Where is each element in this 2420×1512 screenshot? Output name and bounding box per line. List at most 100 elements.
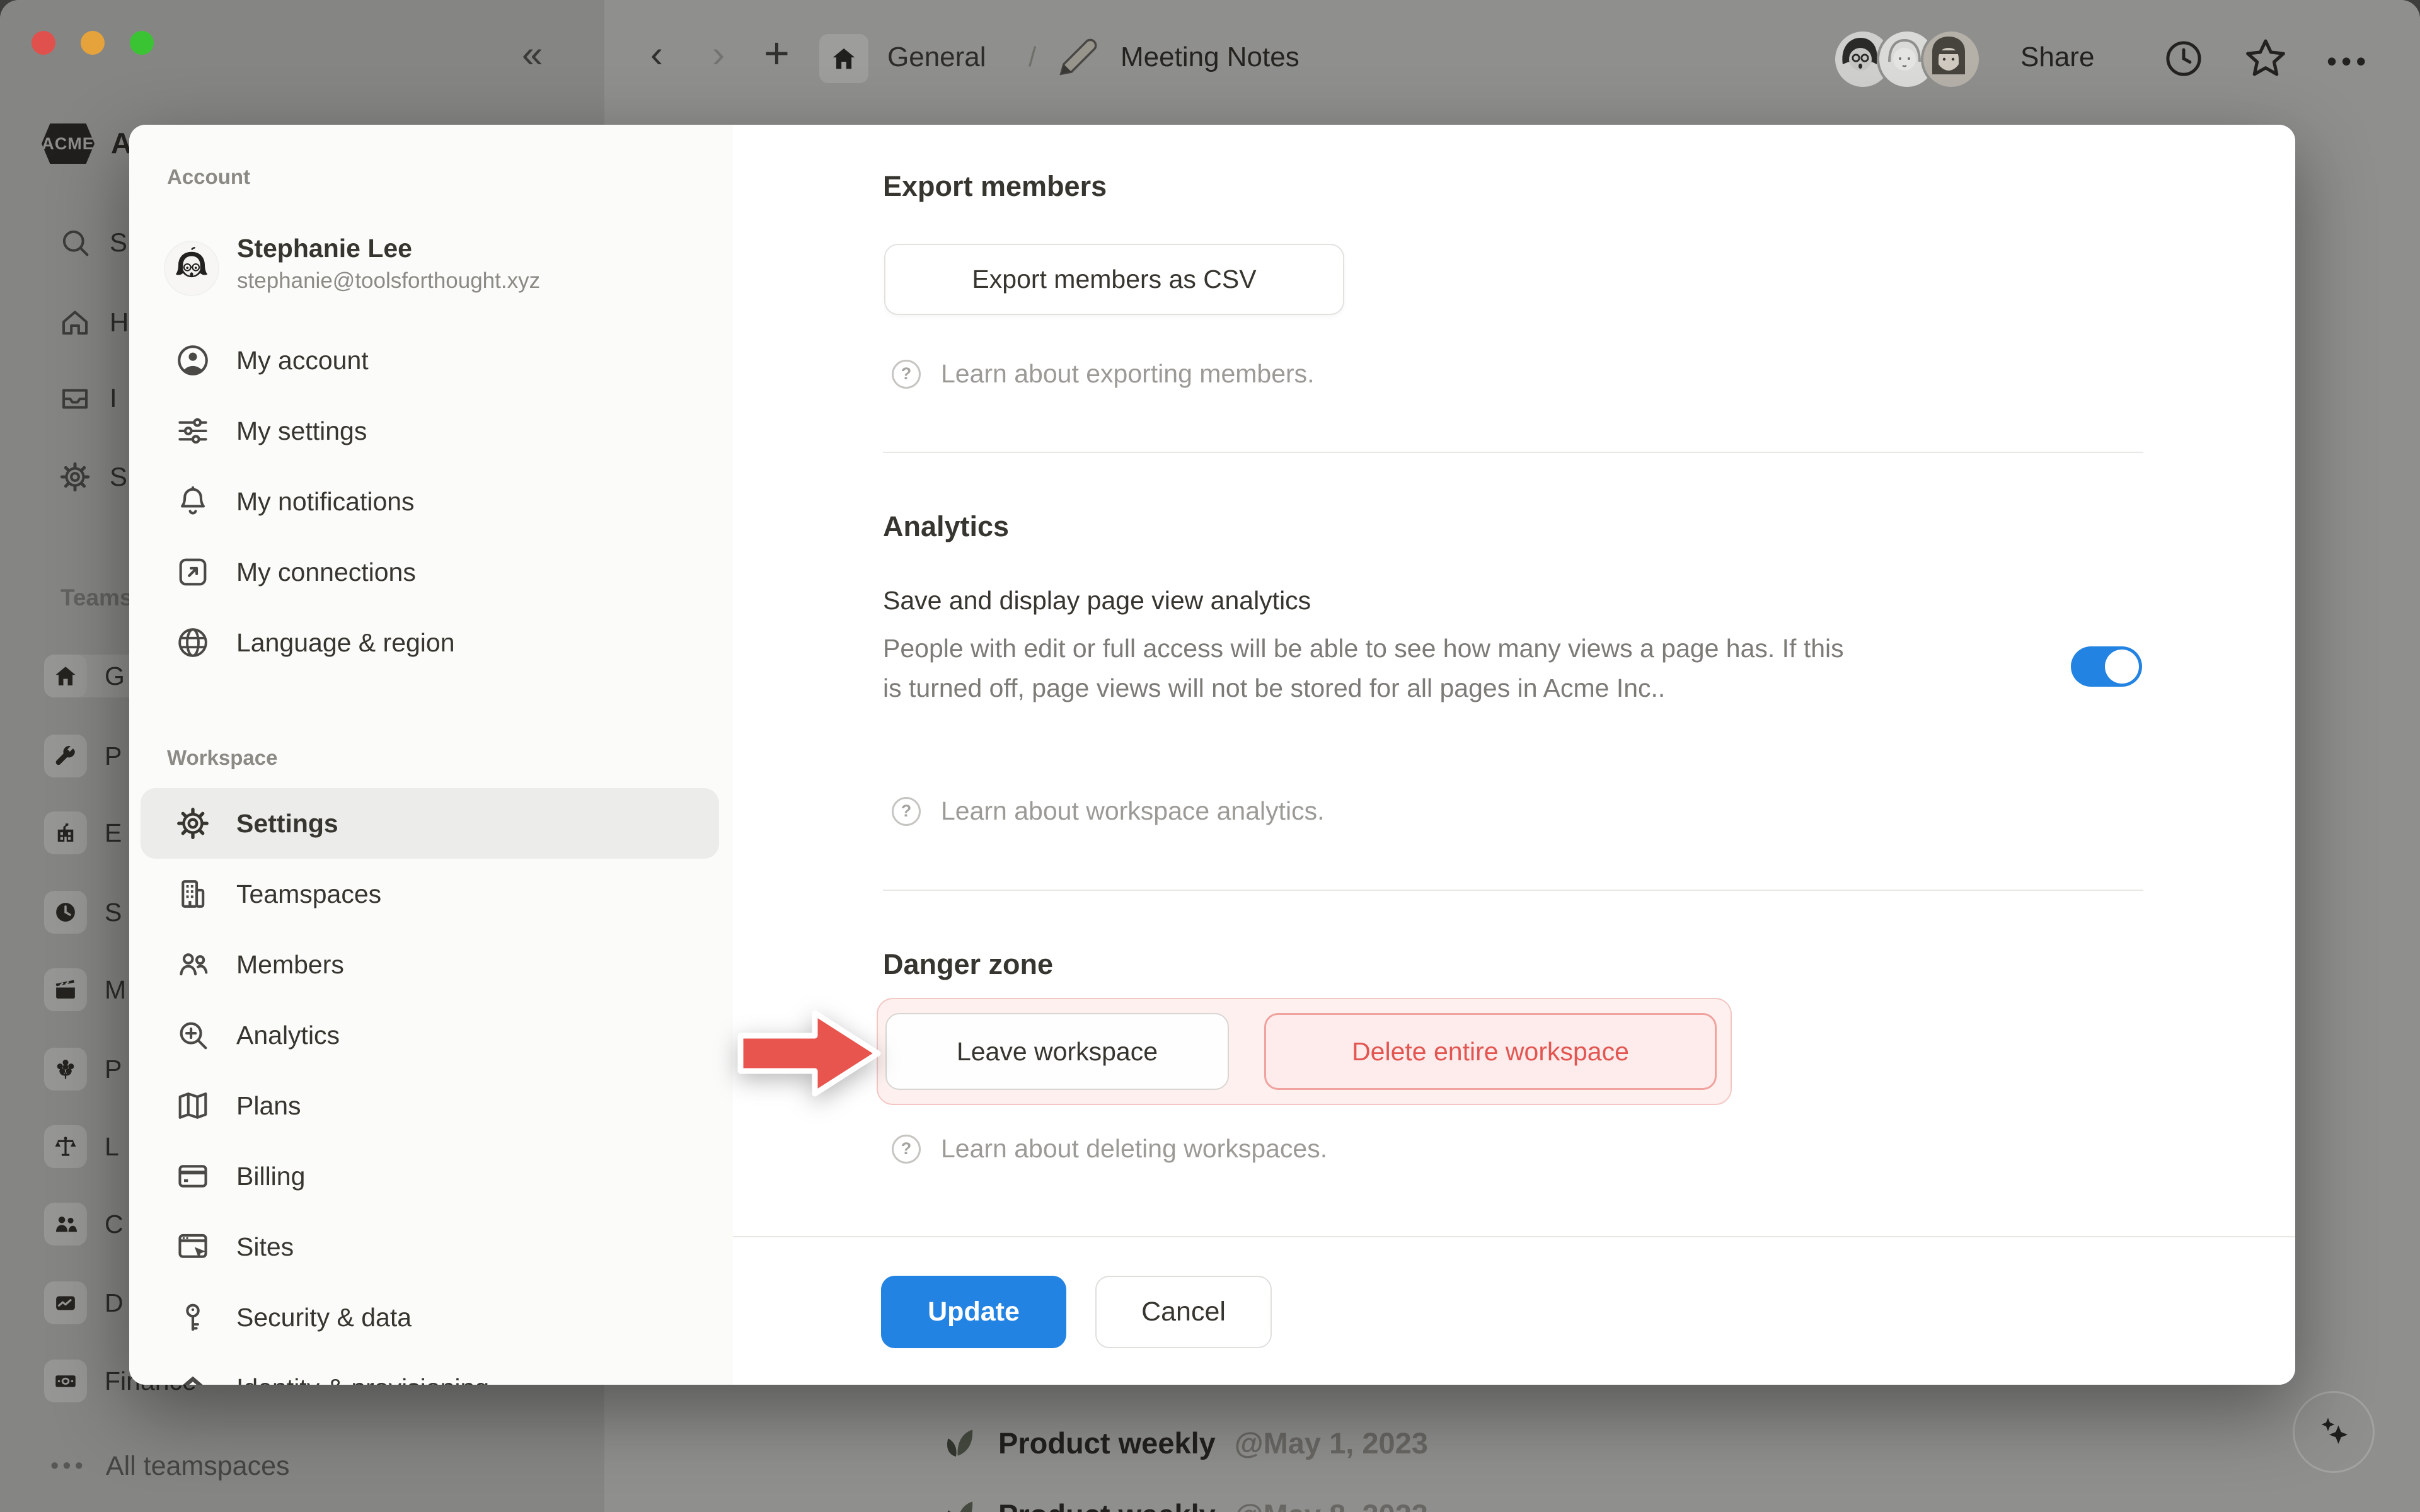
pencil-page-icon: [1051, 30, 1104, 83]
menu-item-members[interactable]: Members: [141, 929, 719, 1000]
inbox-icon: [58, 381, 92, 415]
person-circle-icon: [175, 342, 211, 379]
menu-item-my-notifications[interactable]: My notifications: [141, 466, 719, 537]
menu-item-teamspaces[interactable]: Teamspaces: [141, 859, 719, 929]
sidebar-item-label: I: [110, 383, 117, 413]
teamspace-label: E: [105, 818, 122, 848]
building-icon: [175, 876, 211, 912]
share-button[interactable]: Share: [2020, 42, 2094, 73]
back-icon[interactable]: ‹: [650, 35, 663, 73]
teamspace-item[interactable]: M: [44, 968, 126, 1011]
leave-workspace-button[interactable]: Leave workspace: [885, 1013, 1229, 1090]
update-button[interactable]: Update: [881, 1276, 1066, 1348]
credit-card-icon: [175, 1158, 211, 1194]
ai-assistant-button[interactable]: [2293, 1391, 2375, 1473]
breadcrumb-page-title[interactable]: Meeting Notes: [1121, 42, 1299, 73]
magnifier-sparkle-icon: [175, 1017, 211, 1053]
doc-title: Product weekly: [998, 1498, 1216, 1512]
menu-item-sites[interactable]: Sites: [141, 1211, 719, 1282]
workspace-menu: Settings Teamspaces Members Analytics Pl…: [141, 788, 719, 1385]
favorite-star-icon[interactable]: [2241, 34, 2290, 83]
analytics-help-link[interactable]: ? Learn about workspace analytics.: [892, 796, 1325, 826]
sidebar-item-search[interactable]: S: [58, 221, 127, 264]
export-members-csv-button[interactable]: Export members as CSV: [884, 244, 1344, 315]
minimize-window-button[interactable]: [81, 31, 105, 55]
sidebar-item-home[interactable]: H: [58, 301, 129, 344]
sidebar-item-inbox[interactable]: I: [58, 377, 117, 420]
teamspace-item[interactable]: P: [44, 1048, 122, 1091]
members-icon: [175, 946, 211, 983]
menu-item-label: Security & data: [236, 1303, 412, 1332]
menu-item-my-settings[interactable]: My settings: [141, 396, 719, 466]
export-help-link[interactable]: ? Learn about exporting members.: [892, 359, 1315, 389]
doc-date-mention: @May 8, 2023: [1235, 1498, 1428, 1512]
menu-item-label: Plans: [236, 1091, 301, 1121]
sidebar-item-settings[interactable]: S: [58, 455, 127, 498]
menu-item-label: Analytics: [236, 1021, 340, 1050]
user-avatar: [165, 242, 218, 295]
all-teamspaces-item[interactable]: ••• All teamspaces: [50, 1444, 290, 1488]
account-section-label: Account: [167, 165, 250, 189]
collaborator-avatars[interactable]: [1833, 29, 1981, 89]
doc-row[interactable]: Product weekly @May 1, 2023: [938, 1419, 1428, 1467]
teamspace-item[interactable]: E: [44, 811, 122, 854]
breadcrumb-home-button[interactable]: [819, 34, 868, 83]
workspace-section-label: Workspace: [167, 746, 277, 770]
sparkles-icon: [2311, 1409, 2356, 1455]
teamspace-label: C: [105, 1210, 124, 1239]
footer-divider: [733, 1236, 2295, 1237]
updates-clock-icon[interactable]: [2162, 37, 2206, 81]
teamspace-label: S: [105, 898, 122, 927]
collapse-sidebar-icon[interactable]: «: [522, 35, 543, 73]
danger-help-link[interactable]: ? Learn about deleting workspaces.: [892, 1134, 1327, 1164]
forward-icon[interactable]: ›: [712, 35, 725, 73]
scales-icon: [52, 1133, 79, 1160]
menu-item-label: My settings: [236, 416, 367, 446]
help-circle-icon: ?: [892, 797, 921, 826]
menu-item-plans[interactable]: Plans: [141, 1070, 719, 1141]
teamspace-tile: [44, 655, 87, 697]
teamspace-item[interactable]: D: [44, 1281, 124, 1324]
menu-item-language-region[interactable]: Language & region: [141, 607, 719, 678]
new-page-icon[interactable]: +: [764, 28, 790, 78]
settings-sidebar: Account Stephanie Lee stephanie@toolsfor…: [129, 125, 733, 1385]
danger-zone-container: Leave workspace Delete entire workspace: [877, 998, 1732, 1105]
landmark-icon: [175, 1370, 211, 1385]
gear-icon: [58, 460, 92, 494]
menu-item-settings[interactable]: Settings: [141, 788, 719, 859]
gear-icon: [175, 805, 211, 842]
school-icon: [52, 820, 79, 846]
teamspace-item[interactable]: L: [44, 1125, 119, 1168]
menu-item-my-connections[interactable]: My connections: [141, 537, 719, 607]
bell-icon: [175, 483, 211, 520]
analytics-heading: Analytics: [883, 510, 1009, 543]
close-window-button[interactable]: [32, 31, 55, 55]
browser-cursor-icon: [175, 1228, 211, 1265]
menu-item-identity-provisioning[interactable]: Identity & provisioning: [141, 1353, 719, 1385]
all-teamspaces-label: All teamspaces: [106, 1451, 290, 1482]
cancel-button[interactable]: Cancel: [1095, 1276, 1272, 1348]
people-icon: [52, 1211, 79, 1237]
account-menu: My account My settings My notifications …: [141, 325, 719, 678]
globe-icon: [175, 624, 211, 661]
analytics-toggle[interactable]: [2071, 646, 2142, 687]
workspace-logo[interactable]: ACME: [42, 123, 95, 164]
teamspace-item[interactable]: P: [44, 735, 122, 777]
menu-item-analytics[interactable]: Analytics: [141, 1000, 719, 1070]
teamspace-item[interactable]: C: [44, 1203, 124, 1246]
menu-item-security-data[interactable]: Security & data: [141, 1282, 719, 1353]
more-options-icon[interactable]: •••: [2327, 44, 2370, 78]
maximize-window-button[interactable]: [130, 31, 154, 55]
menu-item-billing[interactable]: Billing: [141, 1141, 719, 1211]
doc-row[interactable]: Product weekly @May 8, 2023: [938, 1491, 1428, 1512]
account-user[interactable]: Stephanie Lee stephanie@toolsforthought.…: [165, 231, 540, 296]
teamspace-label: P: [105, 742, 122, 771]
teamspace-tile: [44, 811, 87, 854]
menu-item-my-account[interactable]: My account: [141, 325, 719, 396]
delete-workspace-button[interactable]: Delete entire workspace: [1264, 1013, 1717, 1090]
teamspace-item[interactable]: S: [44, 891, 122, 934]
breadcrumb-teamspace[interactable]: General: [887, 42, 986, 73]
teamspace-tile: [44, 968, 87, 1011]
analytics-setting-title: Save and display page view analytics: [883, 586, 1311, 616]
toggle-knob: [2105, 650, 2139, 684]
